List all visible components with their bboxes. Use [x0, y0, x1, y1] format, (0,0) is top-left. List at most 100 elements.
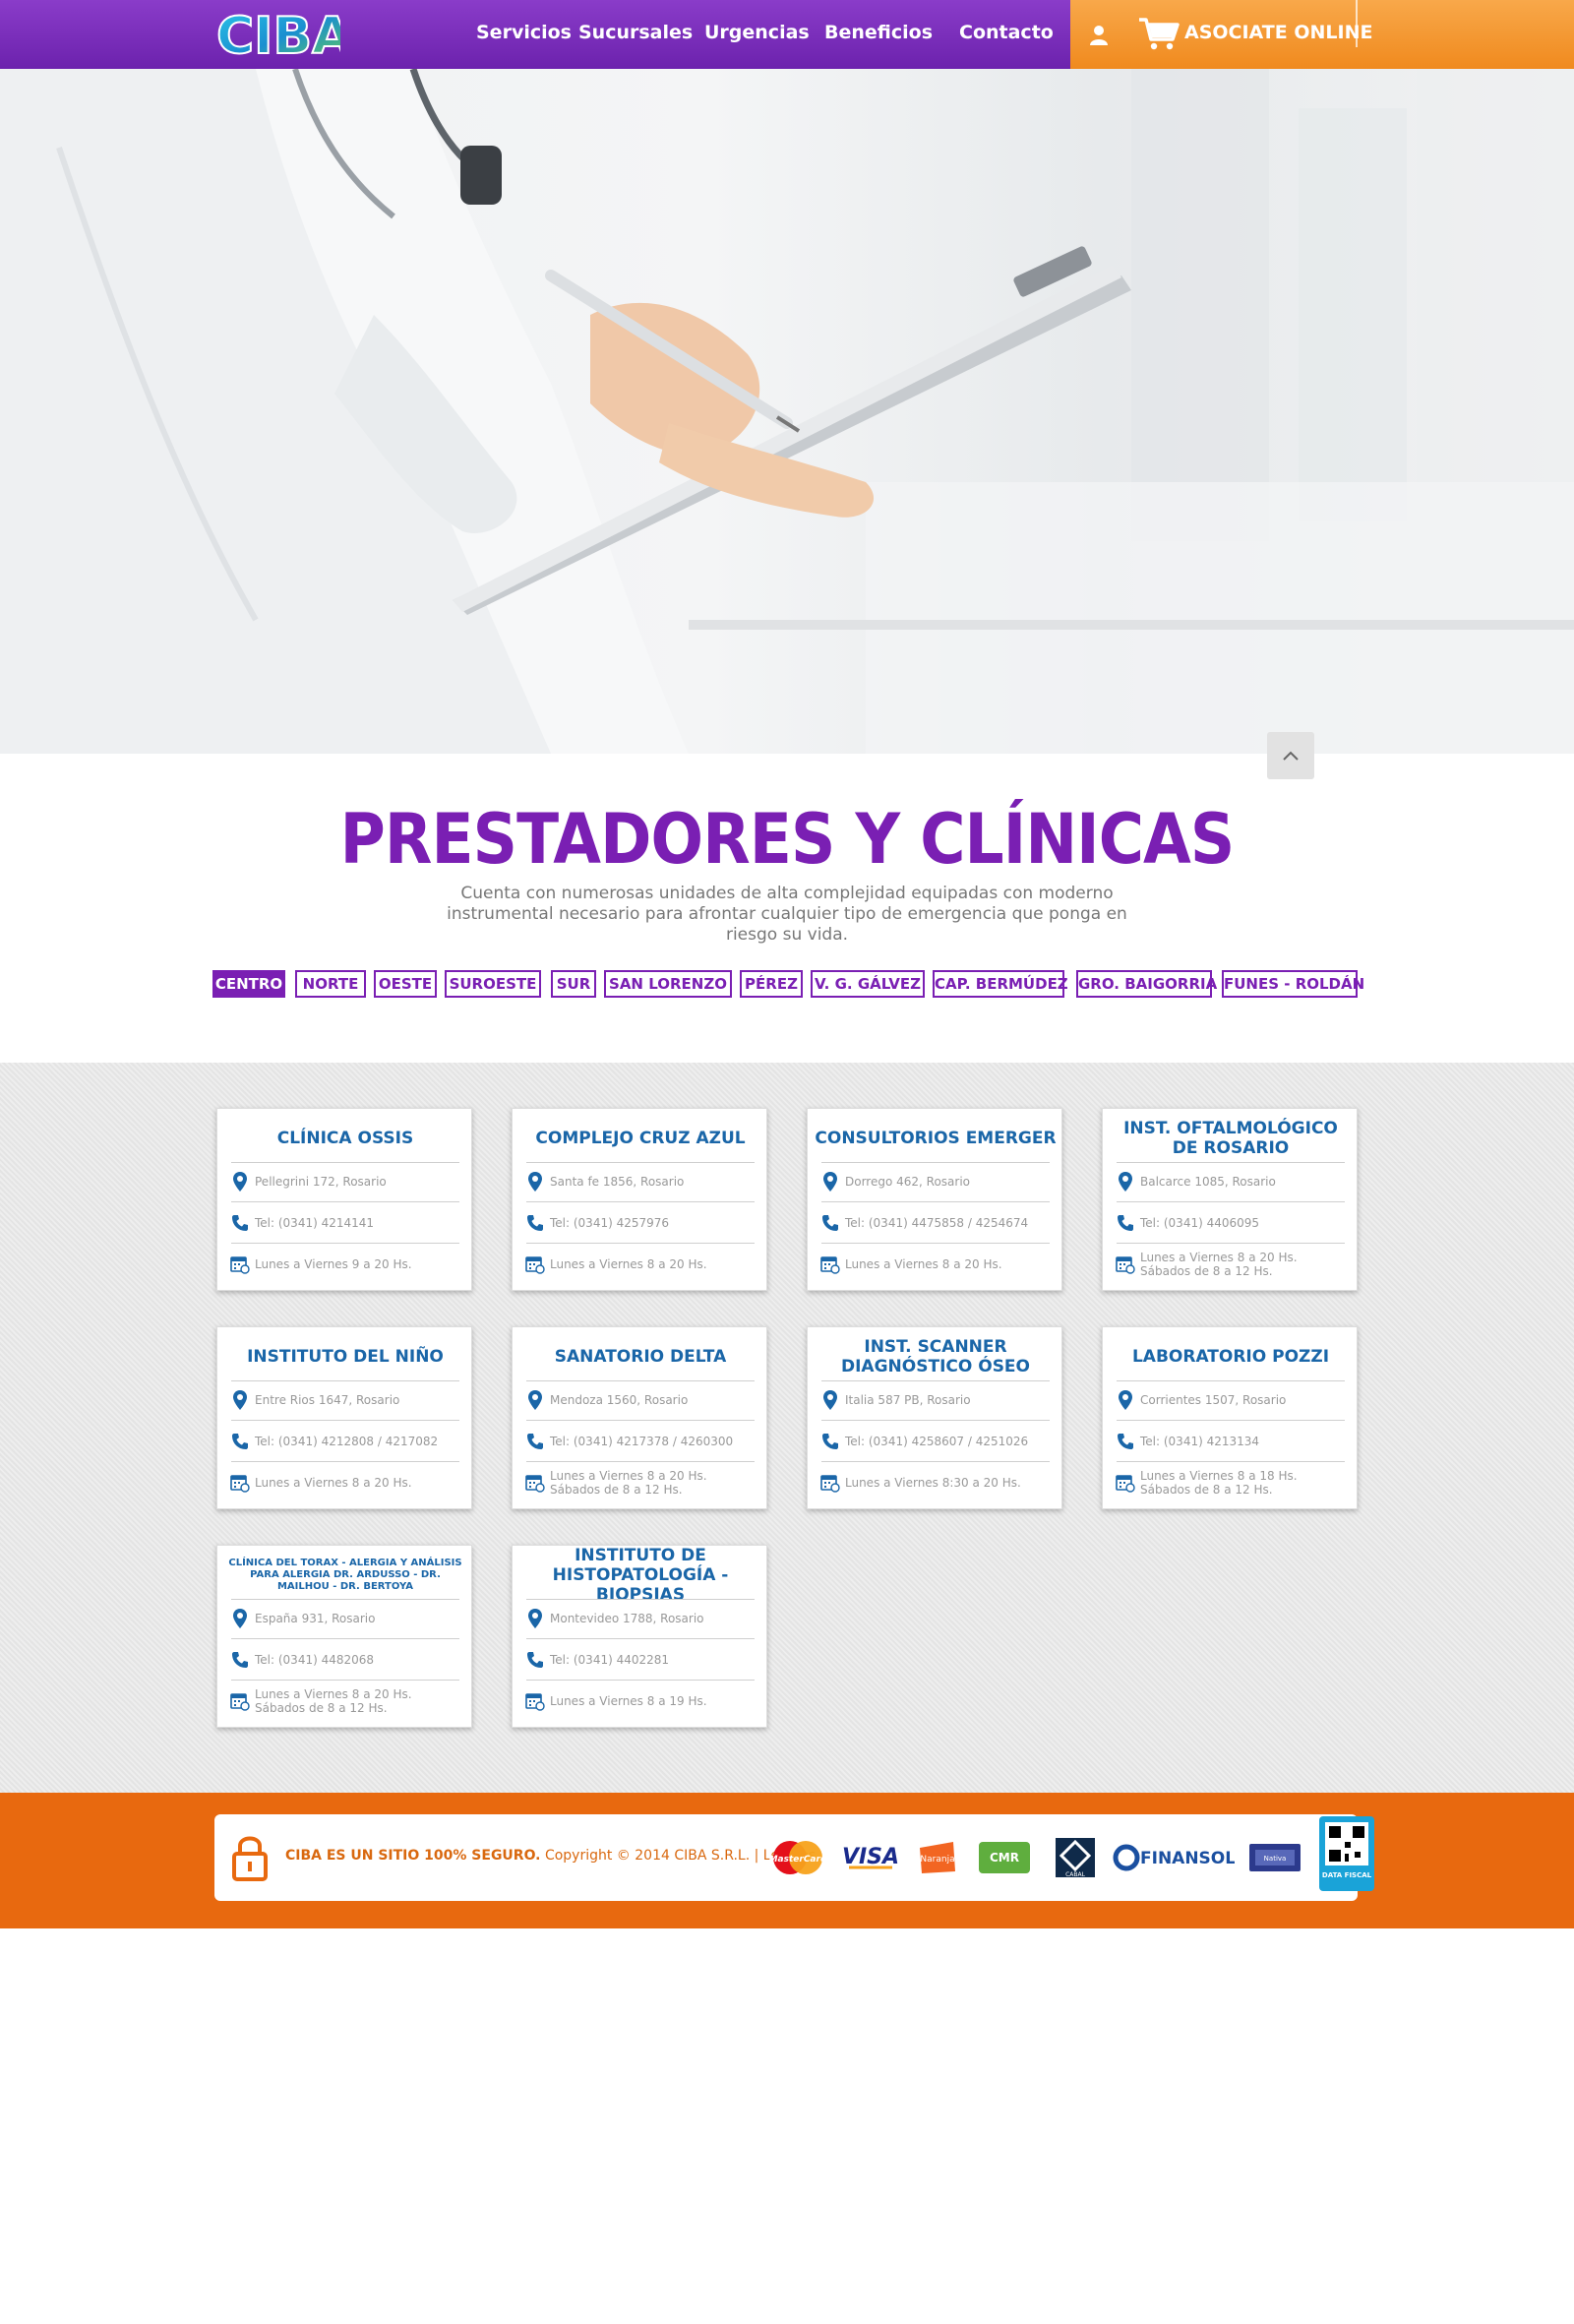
calendar-icon — [229, 1690, 251, 1712]
provider-card[interactable]: INST. SCANNER DIAGNÓSTICO ÓSEO Italia 58… — [807, 1326, 1062, 1509]
tab-gro-baigorria[interactable]: GRO. BAIGORRIA — [1076, 970, 1217, 998]
mastercard-logo: MasterCard — [767, 1828, 828, 1887]
divider — [1117, 1243, 1345, 1244]
provider-card[interactable]: CONSULTORIOS EMERGER Dorrego 462, Rosari… — [807, 1108, 1062, 1291]
provider-phone-row: Tel: (0341) 4217378 / 4260300 — [524, 1422, 757, 1461]
phone-icon — [524, 1431, 546, 1452]
provider-address-row: Balcarce 1085, Rosario — [1115, 1162, 1347, 1201]
location-pin-icon — [819, 1171, 841, 1193]
tab-centro[interactable]: CENTRO — [212, 970, 285, 998]
location-pin-icon — [819, 1389, 841, 1411]
tab-san-lorenzo[interactable]: SAN LORENZO — [604, 970, 732, 998]
provider-phone: Tel: (0341) 4475858 / 4254674 — [845, 1216, 1029, 1230]
provider-card[interactable]: LABORATORIO POZZI Corrientes 1507, Rosar… — [1102, 1326, 1358, 1509]
provider-address-row: Italia 587 PB, Rosario — [819, 1380, 1052, 1420]
phone-icon — [819, 1212, 841, 1234]
asociate-online-button[interactable]: ASOCIATE ONLINE — [1184, 22, 1372, 43]
phone-icon — [229, 1431, 251, 1452]
tab-perez[interactable]: PÉREZ — [740, 970, 803, 998]
cart-icon[interactable] — [1137, 16, 1180, 51]
site-header: CIBA Servicios Sucursales Urgencias Bene… — [0, 0, 1574, 69]
location-pin-icon — [229, 1171, 251, 1193]
divider — [231, 1201, 459, 1202]
phone-icon — [229, 1649, 251, 1671]
provider-name: INSTITUTO DE HISTOPATOLOGÍA - BIOPSIAS — [552, 1546, 729, 1605]
page-subtitle: Cuenta con numerosas unidades de alta co… — [447, 884, 1127, 945]
nav-beneficios[interactable]: Beneficios — [824, 22, 933, 43]
provider-hours-row: Lunes a Viernes 8 a 20 Hs. — [819, 1245, 1052, 1284]
footer-text: CIBA ES UN SITIO 100% SEGURO. Copyright … — [285, 1848, 816, 1864]
provider-hours: Lunes a Viernes 8 a 18 Hs. Sábados de 8 a… — [1140, 1469, 1298, 1497]
provider-hours: Lunes a Viernes 8 a 19 Hs. — [550, 1694, 707, 1708]
provider-card[interactable]: CLÍNICA OSSIS Pellegrini 172, Rosario Te… — [216, 1108, 472, 1291]
tab-vg-galvez[interactable]: V. G. GÁLVEZ — [811, 970, 925, 998]
tab-funes-roldan[interactable]: FUNES - ROLDÁN — [1222, 970, 1364, 998]
tab-norte[interactable]: NORTE — [295, 970, 366, 998]
provider-address-row: Entre Rios 1647, Rosario — [229, 1380, 461, 1420]
data-fiscal-qr[interactable]: DATA FISCAL — [1318, 1816, 1375, 1891]
calendar-icon — [819, 1254, 841, 1275]
provider-hours-row: Lunes a Viernes 8 a 20 Hs. — [524, 1245, 757, 1284]
provider-phone: Tel: (0341) 4482068 — [255, 1653, 375, 1667]
provider-card[interactable]: SANATORIO DELTA Mendoza 1560, Rosario Te… — [512, 1326, 767, 1509]
nav-contacto[interactable]: Contacto — [959, 22, 1054, 43]
tab-oeste[interactable]: OESTE — [374, 970, 437, 998]
provider-address: Entre Rios 1647, Rosario — [255, 1393, 400, 1407]
finansol-logo: FINANSOL — [1112, 1828, 1236, 1887]
svg-text:FINANSOL: FINANSOL — [1140, 1849, 1235, 1868]
provider-address-row: Montevideo 1788, Rosario — [524, 1599, 757, 1638]
providers-listing: CLÍNICA OSSIS Pellegrini 172, Rosario Te… — [0, 1063, 1574, 1793]
scroll-to-top-button[interactable] — [1267, 732, 1314, 779]
provider-hours-row: Lunes a Viernes 8 a 20 Hs. Sábados de 8 a… — [229, 1682, 461, 1721]
ciba-logo[interactable]: CIBA — [214, 4, 340, 63]
provider-card[interactable]: COMPLEJO CRUZ AZUL Santa fe 1856, Rosari… — [512, 1108, 767, 1291]
user-icon[interactable] — [1086, 22, 1112, 47]
provider-name: INST. SCANNER DIAGNÓSTICO ÓSEO — [841, 1337, 1030, 1376]
divider — [526, 1638, 755, 1639]
provider-hours-row: Lunes a Viernes 8 a 18 Hs. Sábados de 8 a… — [1115, 1463, 1347, 1502]
provider-name: SANATORIO DELTA — [554, 1347, 727, 1367]
nav-servicios[interactable]: Servicios — [476, 22, 572, 43]
provider-card[interactable]: INSTITUTO DEL NIÑO Entre Rios 1647, Rosa… — [216, 1326, 472, 1509]
provider-hours: Lunes a Viernes 8 a 20 Hs. — [550, 1257, 707, 1271]
divider — [231, 1243, 459, 1244]
header-divider — [1356, 0, 1358, 47]
divider — [1117, 1461, 1345, 1462]
provider-address: Dorrego 462, Rosario — [845, 1175, 971, 1189]
provider-address-row: Santa fe 1856, Rosario — [524, 1162, 757, 1201]
svg-text:DATA FISCAL: DATA FISCAL — [1322, 1871, 1372, 1879]
phone-icon — [229, 1212, 251, 1234]
provider-name: CLÍNICA OSSIS — [276, 1129, 414, 1148]
provider-hours: Lunes a Viernes 8 a 20 Hs. — [845, 1257, 1002, 1271]
provider-address: Italia 587 PB, Rosario — [845, 1393, 971, 1407]
provider-card[interactable]: INST. OFTALMOLÓGICO DE ROSARIO Balcarce … — [1102, 1108, 1358, 1291]
divider — [231, 1680, 459, 1681]
calendar-icon — [1115, 1254, 1136, 1275]
provider-card[interactable]: INSTITUTO DE HISTOPATOLOGÍA - BIOPSIAS M… — [512, 1545, 767, 1728]
provider-hours-row: Lunes a Viernes 9 a 20 Hs. — [229, 1245, 461, 1284]
provider-hours-row: Lunes a Viernes 8:30 a 20 Hs. — [819, 1463, 1052, 1502]
provider-phone-row: Tel: (0341) 4402281 — [524, 1640, 757, 1680]
lock-icon — [232, 1836, 268, 1881]
tab-cap-bermudez[interactable]: CAP. BERMÚDEZ — [933, 970, 1068, 998]
provider-card[interactable]: CLÍNICA DEL TORAX - ALERGIA Y ANÁLISIS P… — [216, 1545, 472, 1728]
provider-hours-row: Lunes a Viernes 8 a 20 Hs. Sábados de 8 a… — [524, 1463, 757, 1502]
doctor-illustration — [0, 69, 1574, 754]
provider-address-row: Corrientes 1507, Rosario — [1115, 1380, 1347, 1420]
svg-text:VISA: VISA — [842, 1845, 899, 1869]
nav-sucursales[interactable]: Sucursales — [578, 22, 693, 43]
phone-icon — [819, 1431, 841, 1452]
divider — [526, 1243, 755, 1244]
location-pin-icon — [1115, 1171, 1136, 1193]
divider — [821, 1243, 1050, 1244]
calendar-icon — [229, 1254, 251, 1275]
location-pin-icon — [524, 1171, 546, 1193]
tab-suroeste[interactable]: SUROESTE — [445, 970, 541, 998]
nav-urgencias[interactable]: Urgencias — [704, 22, 810, 43]
location-pin-icon — [524, 1608, 546, 1629]
provider-hours: Lunes a Viernes 9 a 20 Hs. — [255, 1257, 412, 1271]
provider-name: INSTITUTO DEL NIÑO — [247, 1347, 444, 1367]
tab-sur[interactable]: SUR — [551, 970, 596, 998]
provider-address-row: Dorrego 462, Rosario — [819, 1162, 1052, 1201]
provider-phone: Tel: (0341) 4406095 — [1140, 1216, 1260, 1230]
